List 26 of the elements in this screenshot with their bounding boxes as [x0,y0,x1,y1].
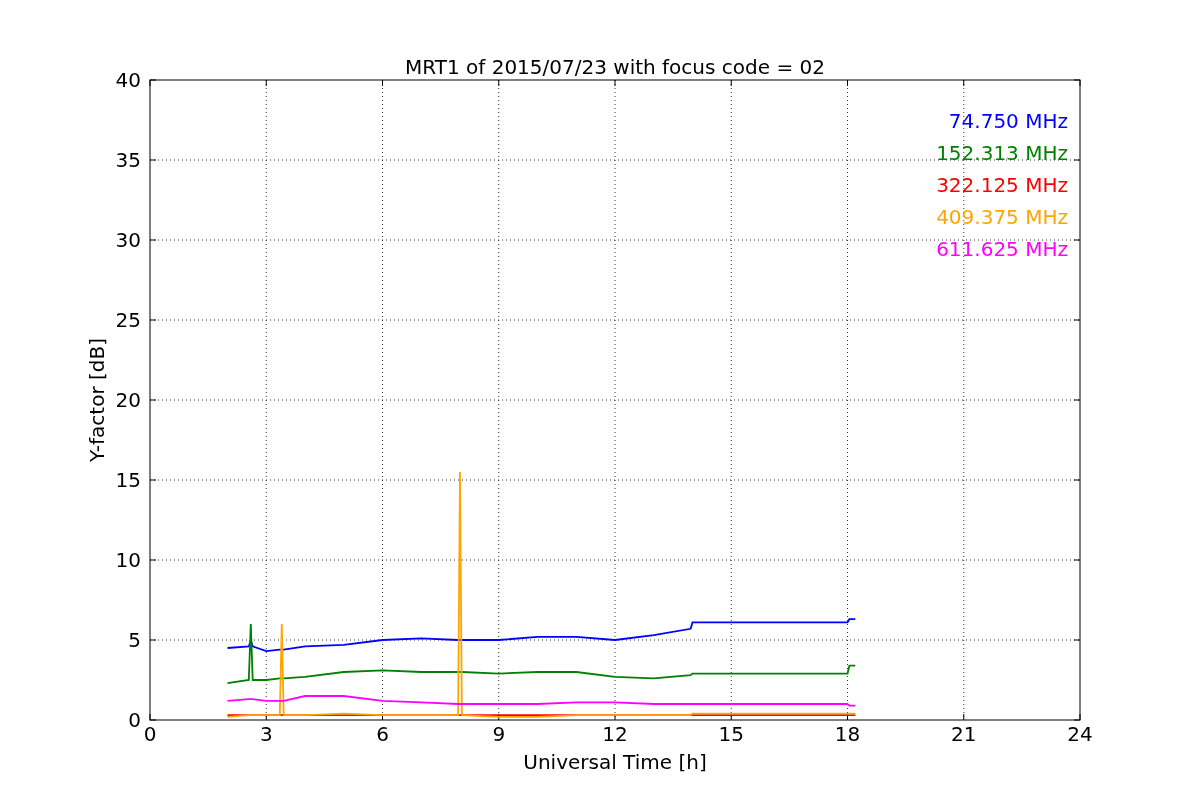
tick-label: 3 [259,722,273,746]
y-axis-label: Y-factor [dB] [85,338,109,462]
tick-label: 40 [115,68,141,92]
legend-label: 409.375 MHz [936,205,1068,229]
tick-label: 0 [128,708,141,732]
tick-label: 25 [115,308,141,332]
tick-label: 15 [115,468,141,492]
tick-label: 18 [834,722,861,746]
tick-label: 35 [115,148,141,172]
tick-label: 21 [951,722,977,746]
x-axis-label: Universal Time [h] [523,750,707,774]
tick-label: 30 [115,228,141,252]
tick-label: 0 [143,722,157,746]
tick-label: 9 [492,722,506,746]
tick-label: 20 [115,388,141,412]
chart-title: MRT1 of 2015/07/23 with focus code = 02 [405,55,825,79]
tick-label: 5 [128,628,141,652]
tick-label: 15 [718,722,744,746]
tick-label: 24 [1067,722,1093,746]
tick-label: 10 [115,548,141,572]
legend-label: 74.750 MHz [948,109,1068,133]
tick-label: 6 [376,722,389,746]
legend-label: 322.125 MHz [936,173,1068,197]
legend-label: 611.625 MHz [936,237,1068,261]
tick-label: 12 [602,722,628,746]
legend-label: 152.313 MHz [936,141,1068,165]
